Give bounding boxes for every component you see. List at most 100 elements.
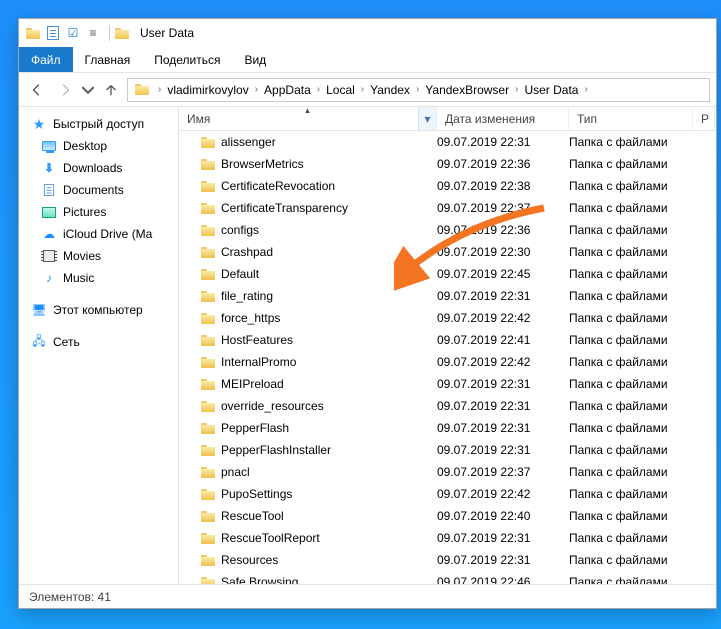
sidebar-item-documents[interactable]: Documents [19,179,178,201]
menubar: Файл Главная Поделиться Вид [19,47,716,73]
table-row[interactable]: PupoSettings09.07.2019 22:42Папка с файл… [179,483,716,505]
table-row[interactable]: pnacl09.07.2019 22:37Папка с файлами [179,461,716,483]
chevron-right-icon[interactable]: › [584,84,587,95]
table-row[interactable]: PepperFlashInstaller09.07.2019 22:31Папк… [179,439,716,461]
folder-icon [201,467,215,478]
address-bar[interactable]: › vladimirkovylov › AppData › Local › Yandex › Y… [127,78,710,102]
menu-home[interactable]: Главная [73,47,143,72]
breadcrumb-segment[interactable]: Local [324,83,357,97]
folder-icon [201,291,215,302]
table-row[interactable]: Default09.07.2019 22:45Папка с файлами [179,263,716,285]
sidebar: ★ Быстрый доступ Desktop ⬇Downloads Docu… [19,107,179,584]
folder-icon [201,533,215,544]
folder-icon [201,489,215,500]
sidebar-item-music[interactable]: ♪Music [19,267,178,289]
file-date: 09.07.2019 22:42 [437,311,569,325]
table-row[interactable]: override_resources09.07.2019 22:31Папка … [179,395,716,417]
file-type: Папка с файлами [569,377,693,391]
col-size[interactable]: Р [693,107,715,130]
file-date: 09.07.2019 22:46 [437,575,569,584]
file-type: Папка с файлами [569,157,693,171]
download-icon: ⬇ [41,160,57,176]
sidebar-network[interactable]: 🖧Сеть [19,331,178,353]
table-row[interactable]: Safe Browsing09.07.2019 22:46Папка с фай… [179,571,716,584]
breadcrumb-segment[interactable]: Yandex [368,83,412,97]
table-row[interactable]: file_rating09.07.2019 22:31Папка с файла… [179,285,716,307]
col-date[interactable]: Дата изменения [437,107,569,130]
window-title: User Data [140,26,194,40]
table-row[interactable]: configs09.07.2019 22:36Папка с файлами [179,219,716,241]
forward-button[interactable] [53,78,77,102]
sidebar-item-icloud[interactable]: ☁iCloud Drive (Ma [19,223,178,245]
table-row[interactable]: RescueToolReport09.07.2019 22:31Папка с … [179,527,716,549]
file-name: alissenger [221,135,276,149]
chevron-right-icon[interactable]: › [515,84,518,95]
table-row[interactable]: HostFeatures09.07.2019 22:41Папка с файл… [179,329,716,351]
breadcrumb: vladimirkovylov › AppData › Local › Yandex › Yan… [165,83,587,97]
breadcrumb-segment[interactable]: vladimirkovylov [165,83,250,97]
sidebar-item-movies[interactable]: Movies [19,245,178,267]
table-row[interactable]: alissenger09.07.2019 22:31Папка с файлам… [179,131,716,153]
recent-dropdown[interactable] [81,78,95,102]
folder-icon [201,511,215,522]
chevron-right-icon[interactable]: › [317,84,320,95]
qa-checkbox-icon[interactable]: ☑ [65,25,81,41]
statusbar: Элементов: 41 [19,584,716,608]
file-name: PepperFlash [221,421,289,435]
sidebar-item-pictures[interactable]: Pictures [19,201,178,223]
table-row[interactable]: InternalPromo09.07.2019 22:42Папка с фай… [179,351,716,373]
file-date: 09.07.2019 22:30 [437,245,569,259]
breadcrumb-segment[interactable]: User Data [522,83,580,97]
sidebar-item-desktop[interactable]: Desktop [19,135,178,157]
file-type: Папка с файлами [569,487,693,501]
titlebar: ☑ ≡ User Data [19,19,716,47]
table-row[interactable]: CertificateTransparency09.07.2019 22:37П… [179,197,716,219]
doc-icon[interactable] [45,25,61,41]
table-row[interactable]: Resources09.07.2019 22:31Папка с файлами [179,549,716,571]
sidebar-this-pc[interactable]: 🖥Этот компьютер [19,299,178,321]
status-label: Элементов: [29,590,94,604]
file-name: pnacl [221,465,250,479]
menu-share[interactable]: Поделиться [142,47,232,72]
table-row[interactable]: BrowserMetrics09.07.2019 22:36Папка с фа… [179,153,716,175]
sidebar-item-downloads[interactable]: ⬇Downloads [19,157,178,179]
file-name: Resources [221,553,278,567]
file-date: 09.07.2019 22:31 [437,135,569,149]
file-date: 09.07.2019 22:37 [437,201,569,215]
table-row[interactable]: Crashpad09.07.2019 22:30Папка с файлами [179,241,716,263]
music-icon: ♪ [41,270,57,286]
back-button[interactable] [25,78,49,102]
star-icon: ★ [31,116,47,132]
pictures-icon [41,204,57,220]
file-type: Папка с файлами [569,509,693,523]
up-button[interactable] [99,78,123,102]
table-row[interactable]: MEIPreload09.07.2019 22:31Папка с файлам… [179,373,716,395]
breadcrumb-segment[interactable]: AppData [262,83,313,97]
chevron-right-icon[interactable]: › [361,84,364,95]
file-type: Папка с файлами [569,443,693,457]
file-type: Папка с файлами [569,179,693,193]
desktop-icon [41,138,57,154]
chevron-right-icon[interactable]: › [255,84,258,95]
chevron-right-icon[interactable]: › [416,84,419,95]
col-type[interactable]: Тип [569,107,693,130]
network-icon: 🖧 [31,334,47,350]
table-row[interactable]: force_https09.07.2019 22:42Папка с файла… [179,307,716,329]
sidebar-quick-access[interactable]: ★ Быстрый доступ [19,113,178,135]
col-name-dropdown[interactable]: ▾ [418,107,436,130]
table-row[interactable]: CertificateRevocation09.07.2019 22:38Пап… [179,175,716,197]
qa-dropdown-icon[interactable]: ≡ [85,25,101,41]
file-type: Папка с файлами [569,553,693,567]
file-name: configs [221,223,259,237]
breadcrumb-segment[interactable]: YandexBrowser [423,83,511,97]
menu-file[interactable]: Файл [19,47,73,72]
file-name: CertificateTransparency [221,201,348,215]
file-date: 09.07.2019 22:41 [437,333,569,347]
table-row[interactable]: RescueTool09.07.2019 22:40Папка с файлам… [179,505,716,527]
menu-view[interactable]: Вид [232,47,278,72]
col-name[interactable]: Имя ▲ ▾ [179,107,437,130]
file-type: Папка с файлами [569,399,693,413]
chevron-right-icon[interactable]: › [158,84,161,95]
file-date: 09.07.2019 22:37 [437,465,569,479]
table-row[interactable]: PepperFlash09.07.2019 22:31Папка с файла… [179,417,716,439]
